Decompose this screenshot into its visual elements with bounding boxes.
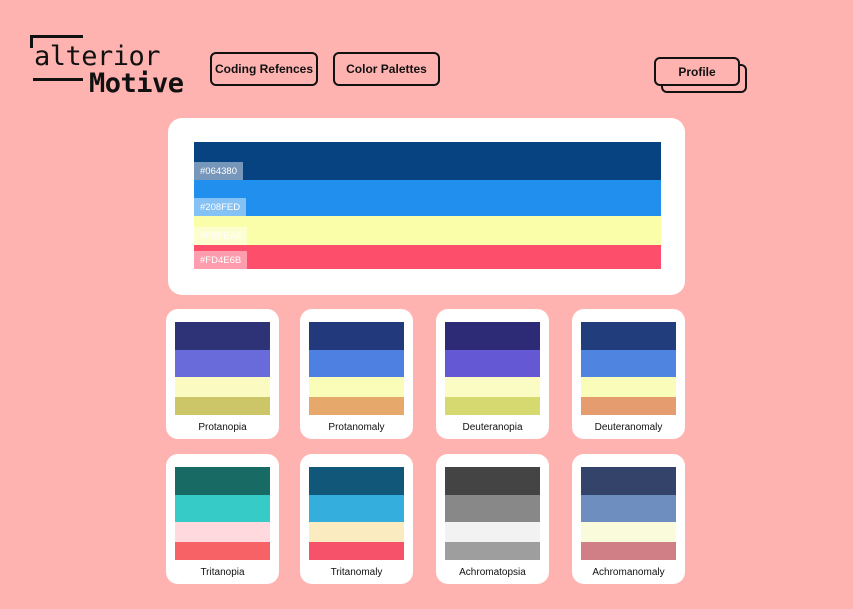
simulation-swatches bbox=[445, 322, 540, 415]
color-swatch bbox=[581, 522, 676, 542]
profile-button[interactable]: Profile bbox=[654, 57, 740, 86]
color-swatch bbox=[581, 397, 676, 415]
simulation-card[interactable]: Achromatopsia bbox=[436, 454, 549, 584]
color-swatch bbox=[445, 377, 540, 397]
hex-code-label: #208FED bbox=[194, 198, 247, 216]
palette-band[interactable]: #208FED bbox=[194, 180, 661, 216]
simulation-swatches bbox=[581, 467, 676, 560]
simulation-label: Tritanopia bbox=[200, 567, 245, 578]
simulation-swatches bbox=[175, 322, 270, 415]
color-swatch bbox=[309, 467, 404, 495]
brand-logo[interactable]: alterior Motive bbox=[30, 35, 195, 99]
color-swatch bbox=[175, 542, 270, 560]
color-swatch bbox=[175, 397, 270, 415]
simulation-label: Protanomaly bbox=[328, 422, 385, 433]
color-swatch bbox=[175, 495, 270, 522]
simulation-label: Achromanomaly bbox=[592, 567, 665, 578]
simulation-card[interactable]: Tritanopia bbox=[166, 454, 279, 584]
palette-band[interactable]: #FD4E6B bbox=[194, 245, 661, 269]
simulation-label: Deuteranomaly bbox=[594, 422, 663, 433]
simulation-card[interactable]: Protanopia bbox=[166, 309, 279, 439]
palette-band[interactable]: #FBFEA8 bbox=[194, 216, 661, 245]
simulation-swatches bbox=[581, 322, 676, 415]
coding-references-button[interactable]: Coding Refences bbox=[210, 52, 318, 86]
color-swatch bbox=[581, 495, 676, 522]
hex-code-label: #FBFEA8 bbox=[194, 227, 248, 245]
simulation-card[interactable]: Deuteranomaly bbox=[572, 309, 685, 439]
simulation-swatches bbox=[175, 467, 270, 560]
color-swatch bbox=[309, 542, 404, 560]
simulation-card[interactable]: Protanomaly bbox=[300, 309, 413, 439]
color-swatch bbox=[309, 522, 404, 542]
color-swatch bbox=[175, 522, 270, 542]
color-swatch bbox=[581, 542, 676, 560]
hex-code-label: #064380 bbox=[194, 162, 243, 180]
simulation-label: Achromatopsia bbox=[459, 567, 526, 578]
color-swatch bbox=[175, 350, 270, 377]
color-swatch bbox=[581, 350, 676, 377]
color-swatch bbox=[445, 467, 540, 495]
palette-band[interactable]: #064380 bbox=[194, 142, 661, 180]
simulation-label: Protanopia bbox=[198, 422, 247, 433]
color-swatch bbox=[445, 397, 540, 415]
color-swatch bbox=[175, 377, 270, 397]
color-swatch bbox=[445, 495, 540, 522]
logo-text-line2: Motive bbox=[89, 68, 184, 99]
color-palettes-button[interactable]: Color Palettes bbox=[333, 52, 440, 86]
simulation-card[interactable]: Tritanomaly bbox=[300, 454, 413, 584]
simulation-label: Tritanomaly bbox=[330, 567, 383, 578]
hex-code-label: #FD4E6B bbox=[194, 251, 248, 269]
simulation-card[interactable]: Achromanomaly bbox=[572, 454, 685, 584]
simulation-swatches bbox=[309, 467, 404, 560]
color-swatch bbox=[175, 322, 270, 350]
color-swatch bbox=[309, 322, 404, 350]
simulation-label: Deuteranopia bbox=[462, 422, 523, 433]
palette-strip: #064380 #208FED #FBFEA8 #FD4E6B bbox=[194, 142, 661, 269]
simulation-swatches bbox=[445, 467, 540, 560]
simulation-swatches bbox=[309, 322, 404, 415]
logo-mid-bar bbox=[33, 78, 83, 81]
color-swatch bbox=[175, 467, 270, 495]
color-swatch bbox=[309, 350, 404, 377]
palette-card: #064380 #208FED #FBFEA8 #FD4E6B bbox=[168, 118, 685, 295]
color-swatch bbox=[445, 542, 540, 560]
color-swatch bbox=[445, 522, 540, 542]
color-swatch bbox=[309, 397, 404, 415]
color-swatch bbox=[309, 377, 404, 397]
simulation-card[interactable]: Deuteranopia bbox=[436, 309, 549, 439]
color-swatch bbox=[581, 322, 676, 350]
color-swatch bbox=[445, 350, 540, 377]
color-swatch bbox=[581, 377, 676, 397]
color-swatch bbox=[445, 322, 540, 350]
color-swatch bbox=[309, 495, 404, 522]
color-swatch bbox=[581, 467, 676, 495]
